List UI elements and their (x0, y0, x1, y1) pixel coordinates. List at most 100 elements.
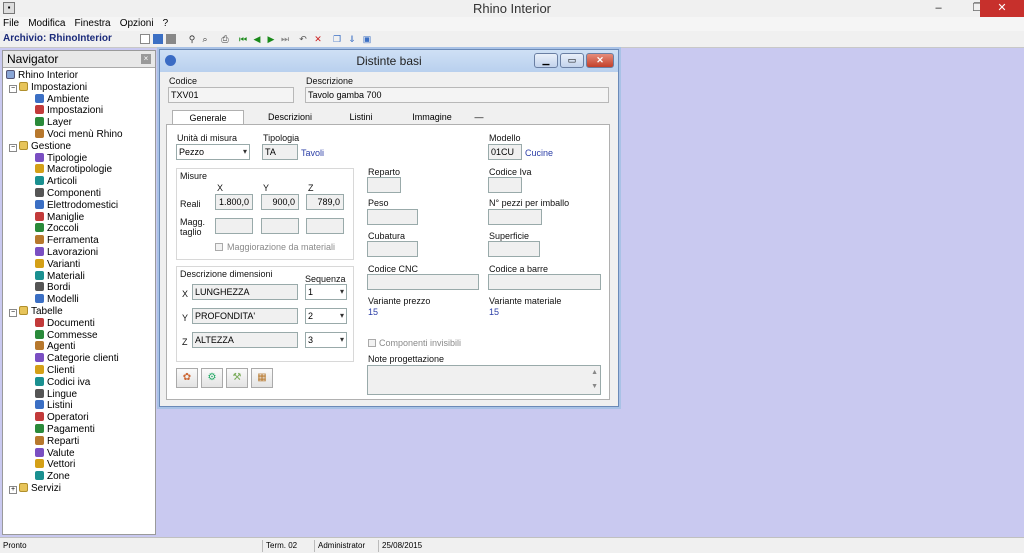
componenti-invisibili-checkbox[interactable] (368, 339, 376, 347)
magg-x-field[interactable] (215, 218, 253, 234)
prev-record-icon[interactable]: ◀ (252, 34, 262, 44)
delete-icon[interactable]: ✕ (313, 34, 323, 44)
codice-cnc-field[interactable] (367, 274, 479, 290)
tree-item[interactable]: Maniglie (35, 211, 84, 224)
tree-item[interactable]: Agenti (35, 341, 75, 353)
import-icon[interactable]: ⇓ (347, 34, 357, 44)
codice-iva-field[interactable] (488, 177, 522, 193)
magg-materiali-checkbox[interactable] (215, 243, 223, 251)
tree-item[interactable]: Valute (35, 447, 75, 460)
dialog-maximize-button[interactable]: ▭ (560, 53, 584, 68)
tab-immagine[interactable]: Immagine (400, 110, 464, 124)
descrizione-field[interactable]: Tavolo gamba 700 (305, 87, 609, 103)
dim-row-z-seq[interactable]: 3 ▾ (305, 332, 347, 348)
tree-item[interactable]: Vettori (35, 459, 75, 471)
navigator-close-icon[interactable]: × (141, 54, 151, 64)
tab-descrizioni[interactable]: Descrizioni (254, 110, 326, 124)
dim-row-x-desc[interactable]: LUNGHEZZA (192, 284, 298, 300)
tree-group-servizi[interactable]: + Servizi (9, 483, 61, 495)
tree-root[interactable]: Rhino Interior (6, 70, 78, 82)
scroll-down-icon[interactable]: ▼ (591, 380, 598, 394)
superficie-field[interactable] (488, 241, 540, 257)
expand-icon[interactable]: − (9, 84, 17, 93)
variante-materiale-value[interactable]: 15 (489, 307, 499, 317)
tree-item[interactable]: Codici iva (35, 376, 90, 389)
tree-item[interactable]: Materiali (35, 270, 85, 283)
save-icon[interactable] (166, 34, 176, 44)
tree-item[interactable]: Zone (35, 471, 70, 483)
tree-group-tabelle[interactable]: − Tabelle (9, 306, 63, 318)
tree-item[interactable]: Categorie clienti (35, 353, 119, 365)
tree-item[interactable]: Bordi (35, 282, 70, 294)
reali-y-field[interactable]: 900,0 (261, 194, 299, 210)
tree-item[interactable]: Clienti (35, 365, 75, 377)
new-icon[interactable] (140, 34, 150, 44)
find-icon[interactable]: ⚲ (187, 34, 197, 44)
modello-field[interactable]: 01CU (488, 144, 522, 160)
magg-z-field[interactable] (306, 218, 344, 234)
tree-item[interactable]: Articoli (35, 176, 77, 188)
reali-x-field[interactable]: 1.800,0 (215, 194, 253, 210)
reparto-field[interactable] (367, 177, 401, 193)
dim-row-y-desc[interactable]: PROFONDITA' (192, 308, 298, 324)
tipologia-field[interactable]: TA (262, 144, 298, 160)
minimize-button[interactable]: – (925, 0, 952, 17)
first-record-icon[interactable]: ⏮ (238, 34, 248, 44)
tipologia-link[interactable]: Tavoli (301, 148, 324, 158)
variants-button[interactable]: ✿ (176, 368, 198, 388)
dim-row-z-desc[interactable]: ALTEZZA (192, 332, 298, 348)
codice-barre-field[interactable] (488, 274, 601, 290)
tree-item[interactable]: Impostazioni (35, 105, 103, 117)
unita-select[interactable]: Pezzo ▾ (176, 144, 250, 160)
search-icon[interactable]: ⌕ (200, 34, 210, 44)
tree-item[interactable]: Commesse (35, 329, 98, 342)
next-record-icon[interactable]: ▶ (266, 34, 276, 44)
package-button[interactable]: ▦ (251, 368, 273, 388)
tree-item[interactable]: Voci menù Rhino (35, 129, 123, 141)
tree-group-impostazioni[interactable]: − Impostazioni (9, 81, 87, 94)
tree-item[interactable]: Operatori (35, 412, 89, 424)
export-icon[interactable]: ▣ (362, 34, 372, 44)
last-record-icon[interactable]: ⏭ (280, 34, 290, 44)
menu-opzioni[interactable]: Opzioni (117, 17, 157, 31)
tree-item[interactable]: Layer (35, 117, 72, 129)
tree-item[interactable]: Pagamenti (35, 424, 95, 436)
tree-item[interactable]: Lingue (35, 388, 77, 401)
edit-icon[interactable] (153, 34, 163, 44)
tree-item[interactable]: Tipologie (35, 152, 87, 165)
components-button[interactable]: ⚙ (201, 368, 223, 388)
cubatura-field[interactable] (367, 241, 418, 257)
npezzi-field[interactable] (488, 209, 542, 225)
codice-field[interactable]: TXV01 (168, 87, 294, 103)
peso-field[interactable] (367, 209, 418, 225)
menu-file[interactable]: File (0, 17, 22, 31)
tree-item[interactable]: Listini (35, 400, 73, 412)
copy-icon[interactable]: ❐ (332, 34, 342, 44)
dim-row-x-seq[interactable]: 1 ▾ (305, 284, 347, 300)
modello-link[interactable]: Cucine (525, 148, 553, 158)
expand-icon[interactable]: − (9, 309, 17, 317)
menu-help[interactable]: ? (160, 17, 172, 31)
print-icon[interactable]: ⎙ (220, 34, 230, 44)
tools-button[interactable]: ⚒ (226, 368, 248, 388)
dialog-minimize-button[interactable]: ▁ (534, 53, 558, 68)
tab-generale[interactable]: Generale (172, 110, 244, 124)
tree-item[interactable]: Componenti (35, 188, 101, 200)
tree-item[interactable]: Ferramenta (35, 235, 99, 247)
undo-icon[interactable]: ↶ (298, 34, 308, 44)
tree-item[interactable]: Lavorazioni (35, 247, 98, 259)
menu-finestra[interactable]: Finestra (72, 17, 114, 31)
dim-row-y-seq[interactable]: 2 ▾ (305, 308, 347, 324)
tree-item[interactable]: Zoccoli (35, 223, 79, 235)
tree-item[interactable]: Ambiente (35, 93, 89, 106)
tree-item[interactable]: Varianti (35, 258, 80, 271)
dialog-close-button[interactable]: ✕ (586, 53, 614, 68)
scroll-up-icon[interactable]: ▲ (591, 366, 598, 380)
tree-item[interactable]: Modelli (35, 294, 79, 306)
note-textarea[interactable]: ▲ ▼ (367, 365, 601, 395)
menu-modifica[interactable]: Modifica (25, 17, 68, 31)
tree-item[interactable]: Documenti (35, 317, 95, 330)
tab-more[interactable]: — (472, 110, 486, 124)
expand-icon[interactable]: + (9, 486, 17, 494)
reali-z-field[interactable]: 789,0 (306, 194, 344, 210)
